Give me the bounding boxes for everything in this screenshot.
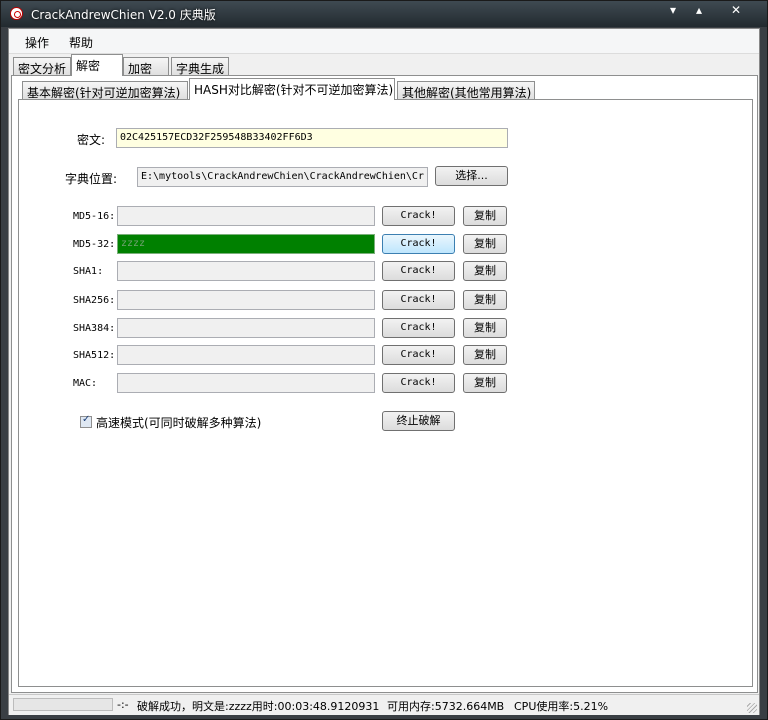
md5-16-label: MD5-16: (73, 211, 116, 222)
md5-16-crack-button[interactable]: Crack! (382, 206, 455, 226)
cipher-input[interactable]: 02C425157ECD32F259548B33402FF6D3 (116, 128, 508, 148)
sha1-result[interactable] (117, 261, 375, 281)
md5-32-result[interactable]: zzzz (117, 234, 375, 254)
tab-basic-decrypt[interactable]: 基本解密(针对可逆加密算法) (22, 81, 188, 100)
sha384-crack-button[interactable]: Crack! (382, 318, 455, 338)
dictionary-path-input[interactable]: E:\mytools\CrackAndrewChien\CrackAndrewC… (137, 167, 428, 187)
sha256-crack-button[interactable]: Crack! (382, 290, 455, 310)
resize-grip-icon[interactable] (747, 703, 757, 713)
sha1-copy-button[interactable]: 复制 (463, 261, 507, 281)
sha512-crack-button[interactable]: Crack! (382, 345, 455, 365)
cipher-label: 密文: (77, 133, 106, 147)
hash-compare-panel: 密文: 02C425157ECD32F259548B33402FF6D3 字典位… (18, 99, 753, 687)
choose-file-button[interactable]: 选择... (435, 166, 508, 186)
tab-encrypt[interactable]: 加密 (123, 57, 169, 76)
decrypt-panel: 基本解密(针对可逆加密算法) HASH对比解密(针对不可逆加密算法) 其他解密(… (11, 75, 758, 693)
high-speed-label: 高速模式(可同时破解多种算法) (96, 416, 262, 430)
client-area: 操作 帮助 密文分析 解密 加密 字典生成 基本解密(针对可逆加密算法) HAS… (8, 28, 760, 715)
md5-16-copy-button[interactable]: 复制 (463, 206, 507, 226)
close-button[interactable]: ✕ (722, 2, 750, 20)
menu-help[interactable]: 帮助 (69, 34, 93, 51)
sha384-label: SHA384: (73, 323, 116, 334)
sha512-copy-button[interactable]: 复制 (463, 345, 507, 365)
sub-tab-strip: 基本解密(针对可逆加密算法) HASH对比解密(针对不可逆加密算法) 其他解密(… (22, 78, 742, 101)
minimize-button[interactable]: ▾ (659, 2, 687, 20)
status-message: 破解成功，明文是:zzzz用时:00:03:48.9120931 (137, 700, 380, 713)
tab-dictionary-gen[interactable]: 字典生成 (171, 57, 229, 76)
md5-32-copy-button[interactable]: 复制 (463, 234, 507, 254)
tab-decrypt[interactable]: 解密 (71, 54, 123, 76)
sha384-copy-button[interactable]: 复制 (463, 318, 507, 338)
md5-32-label: MD5-32: (73, 239, 116, 250)
sha256-copy-button[interactable]: 复制 (463, 290, 507, 310)
sha256-label: SHA256: (73, 295, 116, 306)
mac-result[interactable] (117, 373, 375, 393)
mac-crack-button[interactable]: Crack! (382, 373, 455, 393)
cpu-status: CPU使用率:5.21% (514, 700, 609, 713)
md5-32-crack-button[interactable]: Crack! (382, 234, 455, 254)
title-bar[interactable]: CrackAndrewChien V2.0 庆典版 ▾ ▴ ✕ (1, 1, 767, 27)
high-speed-checkbox[interactable] (80, 414, 92, 428)
sha512-label: SHA512: (73, 350, 116, 361)
md5-16-result[interactable] (117, 206, 375, 226)
mac-copy-button[interactable]: 复制 (463, 373, 507, 393)
tab-other-decrypt[interactable]: 其他解密(其他常用算法) (397, 81, 535, 100)
app-window: CrackAndrewChien V2.0 庆典版 ▾ ▴ ✕ 操作 帮助 密文… (0, 0, 768, 720)
status-bar: -:- 破解成功，明文是:zzzz用时:00:03:48.9120931 可用内… (9, 694, 759, 715)
stop-crack-button[interactable]: 终止破解 (382, 411, 455, 431)
memory-status: 可用内存:5732.664MB (387, 700, 505, 713)
maximize-button[interactable]: ▴ (685, 2, 713, 20)
dictionary-label: 字典位置: (65, 172, 118, 186)
menu-operation[interactable]: 操作 (25, 34, 49, 51)
window-title: CrackAndrewChien V2.0 庆典版 (31, 8, 216, 22)
mac-label: MAC: (73, 378, 98, 389)
sha1-label: SHA1: (73, 266, 104, 277)
main-tab-strip: 密文分析 解密 加密 字典生成 (13, 54, 753, 77)
status-indicator: -:- (117, 698, 129, 711)
progress-bar (13, 698, 113, 711)
app-logo-icon (10, 7, 23, 20)
sha512-result[interactable] (117, 345, 375, 365)
sha1-crack-button[interactable]: Crack! (382, 261, 455, 281)
menu-bar: 操作 帮助 (9, 29, 759, 54)
sha384-result[interactable] (117, 318, 375, 338)
tab-hash-compare[interactable]: HASH对比解密(针对不可逆加密算法) (189, 78, 395, 100)
tab-cipher-analysis[interactable]: 密文分析 (13, 57, 71, 76)
sha256-result[interactable] (117, 290, 375, 310)
